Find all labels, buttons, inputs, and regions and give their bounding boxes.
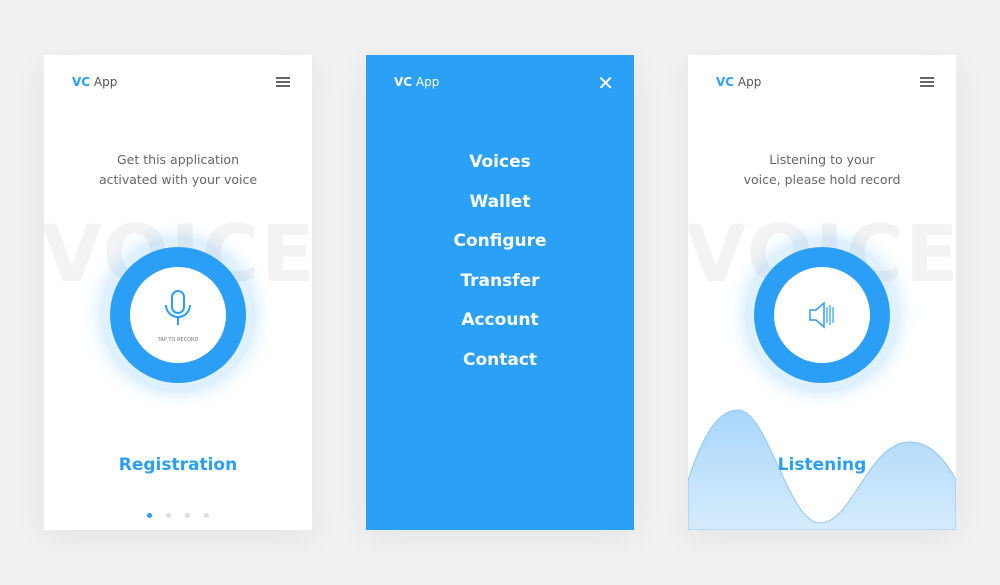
app-logo: VC App — [72, 75, 118, 89]
menu-item-configure[interactable]: Configure — [366, 229, 634, 269]
registration-button[interactable]: Registration — [44, 455, 312, 475]
listening-status: Listening — [777, 455, 867, 475]
page-dot[interactable] — [166, 513, 171, 518]
registration-screen: VC App VOICE Get this applicationactivat… — [44, 55, 312, 530]
tap-to-record-label: TAP TO RECORD — [157, 337, 199, 343]
close-icon[interactable]: ✕ — [597, 71, 614, 95]
record-button-inner[interactable] — [774, 267, 870, 363]
main-menu: Voices Wallet Configure Transfer Account… — [366, 150, 634, 387]
menu-item-contact[interactable]: Contact — [366, 348, 634, 388]
menu-item-account[interactable]: Account — [366, 308, 634, 348]
microphone-icon — [165, 290, 191, 325]
pagination — [44, 503, 312, 522]
menu-screen: VC App ✕ Voices Wallet Configure Transfe… — [366, 55, 634, 530]
app-logo: VC App — [394, 75, 440, 89]
page-dot[interactable] — [204, 513, 209, 518]
menu-item-voices[interactable]: Voices — [366, 150, 634, 190]
menu-item-wallet[interactable]: Wallet — [366, 190, 634, 230]
speaker-icon — [809, 301, 834, 329]
record-button-inner[interactable] — [130, 267, 226, 363]
hamburger-icon[interactable] — [276, 77, 290, 89]
page-dot[interactable] — [185, 513, 190, 518]
page-dot[interactable] — [147, 513, 152, 518]
listening-screen: VC App VOICE Listening to yourvoice, ple… — [688, 55, 956, 530]
prompt-text: Get this application activated with your … — [98, 152, 258, 187]
menu-item-transfer[interactable]: Transfer — [366, 269, 634, 309]
